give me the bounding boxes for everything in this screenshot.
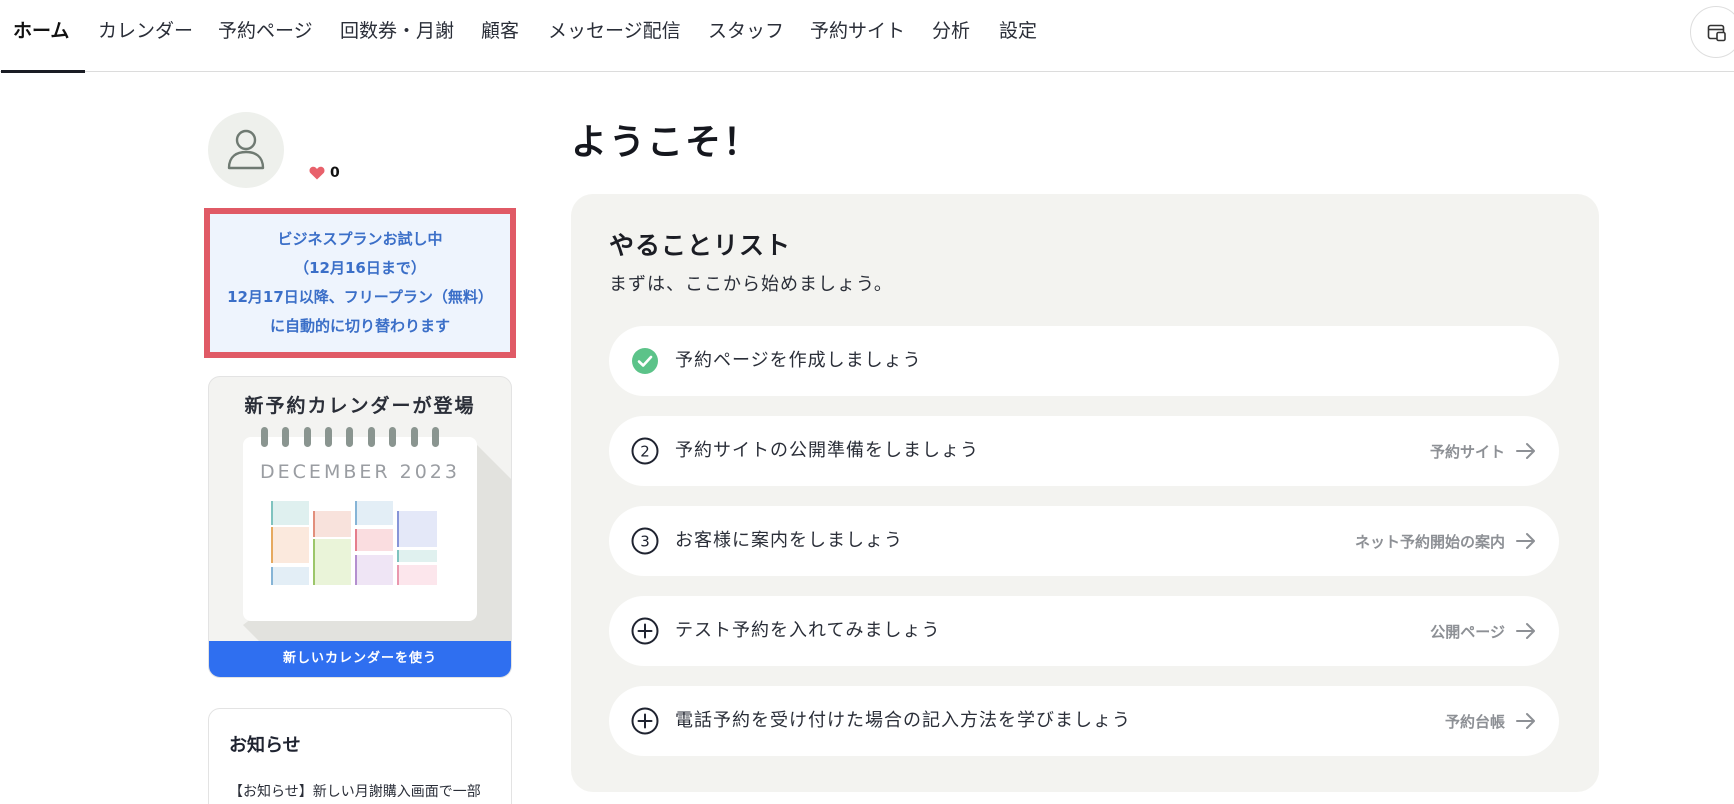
- tab-home[interactable]: ホーム: [0, 0, 87, 73]
- todo-list-panel: やることリスト まずは、ここから始めましょう。 予約ページを作成しましょう 2 …: [571, 194, 1599, 792]
- promo-calendar-month: DECEMBER 2023: [260, 461, 460, 483]
- tab-booking-pages[interactable]: 予約ページ: [218, 0, 313, 72]
- todo-item-prepare-booking-site[interactable]: 2 予約サイトの公開準備をしましょう 予約サイト: [609, 416, 1559, 486]
- tab-tickets-monthly[interactable]: 回数券・月謝: [340, 0, 454, 72]
- trial-notice-line: ビジネスプランお試し中: [277, 230, 443, 248]
- trial-notice-line: に自動的に切り替わります: [269, 317, 450, 335]
- arrow-right-icon: [1516, 443, 1535, 459]
- use-new-calendar-button[interactable]: 新しいカレンダーを使う: [209, 641, 511, 677]
- trial-notice-line: （12月16日まで）: [294, 259, 426, 277]
- likes-counter: 0: [309, 164, 340, 182]
- window-icon: [1707, 24, 1726, 42]
- todo-item-link-label: 公開ページ: [1430, 622, 1505, 641]
- news-title: お知らせ: [229, 735, 301, 756]
- plus-circle-icon: [631, 707, 659, 735]
- booking-ledger-link[interactable]: 予約台帳: [1445, 686, 1537, 756]
- tab-analytics[interactable]: 分析: [932, 0, 970, 72]
- tab-booking-site[interactable]: 予約サイト: [810, 0, 905, 72]
- page-title: ようこそ！: [571, 122, 762, 163]
- trial-notice: ビジネスプランお試し中 （12月16日まで） 12月17日以降、フリープラン（無…: [204, 208, 516, 358]
- booking-site-link[interactable]: 予約サイト: [1430, 416, 1537, 486]
- avatar[interactable]: [208, 112, 284, 188]
- plus-circle-icon: [631, 617, 659, 645]
- tab-staff[interactable]: スタッフ: [708, 0, 784, 72]
- arrow-right-icon: [1516, 623, 1535, 639]
- top-navigation: ホーム カレンダー 予約ページ 回数券・月謝 顧客 メッセージ配信 スタッフ 予…: [0, 0, 1734, 73]
- todo-item-link-label: ネット予約開始の案内: [1354, 532, 1505, 551]
- news-item-link[interactable]: 【お知らせ】新しい月謝購入画面で一部: [229, 781, 509, 801]
- user-icon: [227, 129, 265, 170]
- arrow-right-icon: [1516, 533, 1535, 549]
- todo-item-notify-customers[interactable]: 3 お客様に案内をしましょう ネット予約開始の案内: [609, 506, 1559, 576]
- tab-settings[interactable]: 設定: [999, 0, 1037, 72]
- new-calendar-promo[interactable]: 新予約カレンダーが登場 DECEMBER 2023 新しいカレンダーを使う: [208, 376, 512, 678]
- todo-item-link-label: 予約サイト: [1429, 442, 1505, 461]
- tab-message-delivery[interactable]: メッセージ配信: [548, 0, 681, 72]
- todo-list-subtitle: まずは、ここから始めましょう。: [609, 274, 893, 295]
- tab-customers[interactable]: 顧客: [481, 0, 519, 72]
- todo-item-test-booking[interactable]: テスト予約を入れてみましょう 公開ページ: [609, 596, 1559, 666]
- news-card: お知らせ 【お知らせ】新しい月謝購入画面で一部: [208, 708, 512, 804]
- public-page-link[interactable]: 公開ページ: [1430, 596, 1537, 666]
- todo-item-phone-booking[interactable]: 電話予約を受け付けた場合の記入方法を学びましょう 予約台帳: [609, 686, 1559, 756]
- todo-list-title: やることリスト: [609, 231, 792, 260]
- todo-item-label: 電話予約を受け付けた場合の記入方法を学びましょう: [675, 710, 1131, 731]
- trial-notice-line: 12月17日以降、フリープラン（無料）: [227, 288, 493, 306]
- step-number-icon: 2: [631, 437, 659, 465]
- online-booking-guide-link[interactable]: ネット予約開始の案内: [1355, 506, 1537, 576]
- todo-item-create-booking-page[interactable]: 予約ページを作成しましょう: [609, 326, 1559, 396]
- todo-item-label: 予約ページを作成しましょう: [675, 350, 922, 371]
- todo-item-label: テスト予約を入れてみましょう: [675, 620, 941, 641]
- check-circle-icon: [632, 348, 658, 374]
- open-in-window-button[interactable]: [1690, 6, 1734, 58]
- tab-calendar[interactable]: カレンダー: [98, 0, 193, 72]
- step-number: 3: [640, 533, 650, 551]
- likes-count: 0: [330, 165, 340, 181]
- step-number: 2: [640, 443, 650, 461]
- heart-icon: [309, 166, 325, 180]
- todo-item-link-label: 予約台帳: [1444, 712, 1505, 731]
- arrow-right-icon: [1516, 713, 1535, 729]
- promo-title: 新予約カレンダーが登場: [244, 395, 476, 417]
- calendar-illustration: [243, 427, 511, 643]
- todo-item-label: お客様に案内をしましょう: [675, 530, 903, 551]
- todo-item-label: 予約サイトの公開準備をしましょう: [675, 440, 979, 461]
- step-number-icon: 3: [631, 527, 659, 555]
